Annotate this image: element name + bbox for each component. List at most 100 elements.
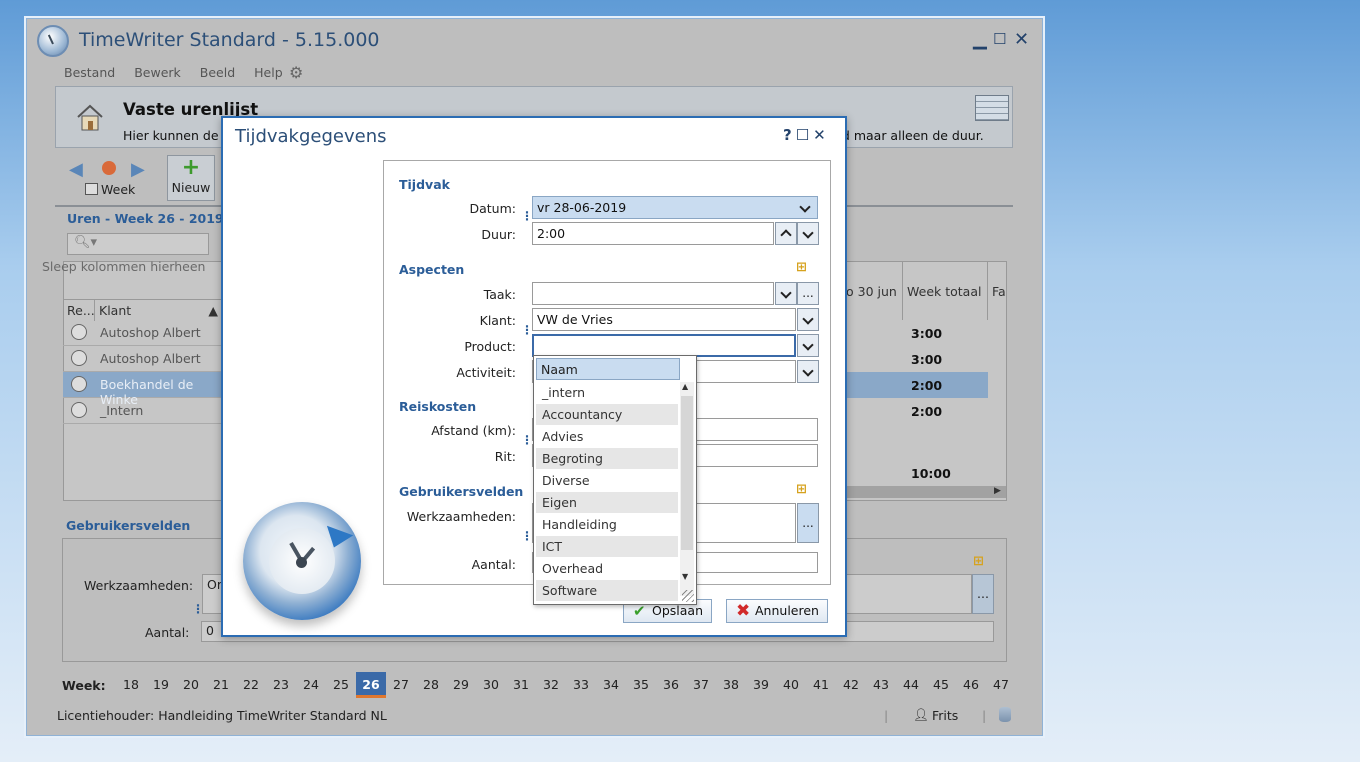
menu-beeld[interactable]: Beeld <box>200 65 235 80</box>
dropdown-option[interactable]: Diverse <box>536 470 678 492</box>
week-27[interactable]: 27 <box>386 672 416 698</box>
week-30[interactable]: 30 <box>476 672 506 698</box>
week-37[interactable]: 37 <box>686 672 716 698</box>
resize-grip-icon[interactable] <box>682 590 694 602</box>
previous-week-arrow-icon[interactable]: ◀ <box>69 159 83 180</box>
gear-icon[interactable]: ⚙ <box>289 63 303 82</box>
drag-handle-icon[interactable]: ⋮ <box>192 603 204 615</box>
close-icon[interactable]: ✕ <box>813 126 830 144</box>
week-46[interactable]: 46 <box>956 672 986 698</box>
drag-handle-icon[interactable]: ⋮ <box>521 530 533 542</box>
table-row[interactable]: Autoshop Albert <box>63 320 223 346</box>
column-header-klant[interactable]: Klant ▲ <box>95 299 223 321</box>
klant-dropdown-button[interactable] <box>797 308 819 331</box>
dropdown-option[interactable]: Software <box>536 580 678 602</box>
column-header-re[interactable]: Re... <box>63 299 95 321</box>
week-18[interactable]: 18 <box>116 672 146 698</box>
week-38[interactable]: 38 <box>716 672 746 698</box>
tag-icon[interactable]: ⊞ <box>973 554 984 569</box>
week-32[interactable]: 32 <box>536 672 566 698</box>
column-header-fa[interactable]: Fa <box>992 284 1006 299</box>
dropdown-option[interactable]: _intern <box>536 382 678 404</box>
scroll-up-icon[interactable]: ▲ <box>682 382 688 391</box>
tag-icon[interactable]: ⊞ <box>796 260 807 275</box>
week-22[interactable]: 22 <box>236 672 266 698</box>
dropdown-option[interactable]: Eigen <box>536 492 678 514</box>
week-45[interactable]: 45 <box>926 672 956 698</box>
menu-bewerk[interactable]: Bewerk <box>134 65 181 80</box>
week-24[interactable]: 24 <box>296 672 326 698</box>
dropdown-option[interactable]: Advies <box>536 426 678 448</box>
clock-icon <box>71 402 87 418</box>
maximize-icon[interactable]: ☐ <box>796 126 813 144</box>
week-39[interactable]: 39 <box>746 672 776 698</box>
maximize-button[interactable]: ☐ <box>993 30 1006 48</box>
week-31[interactable]: 31 <box>506 672 536 698</box>
close-button[interactable]: ✕ <box>1014 29 1029 50</box>
week-42[interactable]: 42 <box>836 672 866 698</box>
scroll-down-icon[interactable]: ▼ <box>682 572 688 581</box>
drag-handle-icon[interactable]: ⋮ <box>521 324 533 336</box>
menu-bestand[interactable]: Bestand <box>64 65 115 80</box>
werkzaamheden-more-button[interactable]: ... <box>972 574 994 614</box>
week-19[interactable]: 19 <box>146 672 176 698</box>
search-input[interactable]: 🔍︎▾ <box>67 233 209 255</box>
table-row[interactable]: _Intern <box>63 398 223 424</box>
menu-help[interactable]: Help <box>254 65 283 80</box>
dropdown-option[interactable]: Accountancy <box>536 404 678 426</box>
datum-select[interactable]: vr 28-06-2019 <box>532 196 818 219</box>
week-20[interactable]: 20 <box>176 672 206 698</box>
dialog-controls[interactable]: ?☐✕ <box>783 126 830 144</box>
week-button[interactable]: Week <box>85 182 135 197</box>
week-44[interactable]: 44 <box>896 672 926 698</box>
week-43[interactable]: 43 <box>866 672 896 698</box>
duur-decrement-button[interactable] <box>797 222 819 245</box>
dropdown-option[interactable]: Begroting <box>536 448 678 470</box>
minimize-button[interactable]: ▁ <box>973 29 987 50</box>
week-25[interactable]: 25 <box>326 672 356 698</box>
table-view-icon[interactable] <box>975 95 1009 121</box>
help-button[interactable]: ? <box>783 126 796 144</box>
today-icon[interactable] <box>102 161 116 175</box>
dropdown-column-header[interactable]: Naam <box>536 358 680 380</box>
table-row[interactable]: Autoshop Albert <box>63 346 223 372</box>
dropdown-option[interactable]: Overhead <box>536 558 678 580</box>
taak-dropdown-button[interactable] <box>775 282 797 305</box>
week-33[interactable]: 33 <box>566 672 596 698</box>
column-header-klant-label: Klant <box>99 303 132 318</box>
week-28[interactable]: 28 <box>416 672 446 698</box>
cancel-button[interactable]: ✖ Annuleren <box>726 599 828 623</box>
week-36[interactable]: 36 <box>656 672 686 698</box>
horizontal-scrollbar[interactable] <box>846 486 1006 498</box>
taak-more-button[interactable]: ... <box>797 282 819 305</box>
new-button[interactable]: + Nieuw <box>167 155 215 201</box>
product-input[interactable] <box>532 334 796 357</box>
week-35[interactable]: 35 <box>626 672 656 698</box>
tag-icon[interactable]: ⊞ <box>796 482 807 497</box>
week-21[interactable]: 21 <box>206 672 236 698</box>
table-row-selected[interactable]: Boekhandel de Winke <box>63 372 223 407</box>
product-dropdown-button[interactable] <box>797 334 819 357</box>
duur-increment-button[interactable] <box>775 222 797 245</box>
next-week-arrow-icon[interactable]: ▶ <box>131 159 145 180</box>
week-29[interactable]: 29 <box>446 672 476 698</box>
column-header-day[interactable]: o 30 jun <box>846 284 897 299</box>
scroll-right-icon[interactable]: ▶ <box>994 486 1001 496</box>
week-47[interactable]: 47 <box>986 672 1016 698</box>
activiteit-dropdown-button[interactable] <box>797 360 819 383</box>
week-41[interactable]: 41 <box>806 672 836 698</box>
klant-input[interactable]: VW de Vries <box>532 308 796 331</box>
taak-input[interactable] <box>532 282 774 305</box>
drag-handle-icon[interactable]: ⋮ <box>521 210 533 222</box>
werkzaamheden-label: Werkzaamheden: <box>84 578 194 593</box>
drag-handle-icon[interactable]: ⋮ <box>521 434 533 446</box>
dropdown-scrollbar-thumb[interactable] <box>681 396 693 550</box>
week-26-current[interactable]: 26 <box>356 672 386 698</box>
dropdown-option[interactable]: ICT <box>536 536 678 558</box>
week-34[interactable]: 34 <box>596 672 626 698</box>
dropdown-option[interactable]: Handleiding <box>536 514 678 536</box>
week-23[interactable]: 23 <box>266 672 296 698</box>
werkzaamheden-more-button[interactable]: ... <box>797 503 819 543</box>
week-40[interactable]: 40 <box>776 672 806 698</box>
duur-input[interactable]: 2:00 <box>532 222 774 245</box>
